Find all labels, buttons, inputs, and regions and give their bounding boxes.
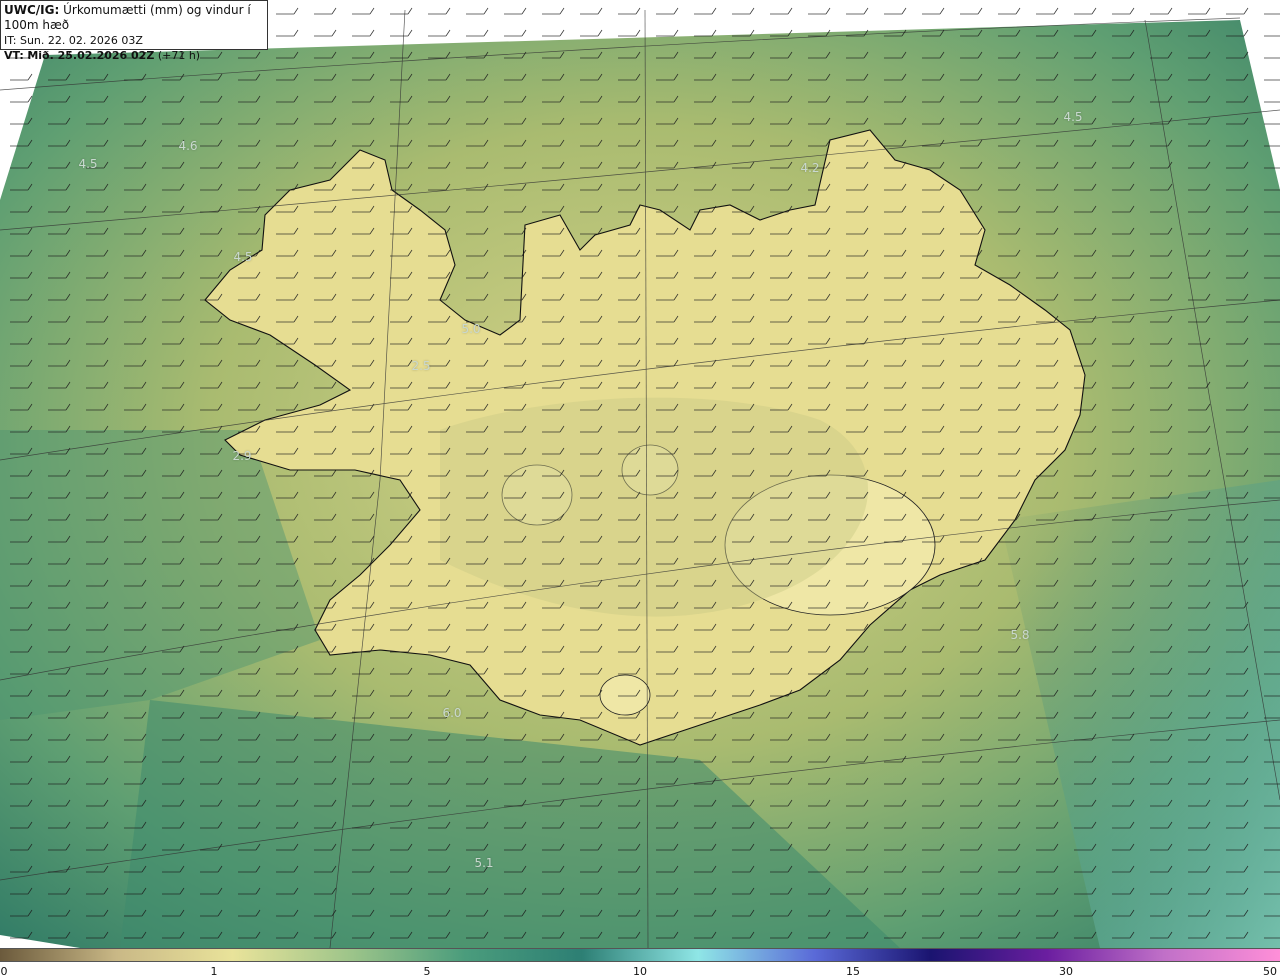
colorbar-gradient [0,948,1280,962]
contour-label: 4.5 [1063,110,1083,124]
model-label: UWC/IG: [4,3,60,17]
colorbar-tick: 0 [0,965,8,978]
title-line: UWC/IG: Úrkomumætti (mm) og vindur í 100… [4,3,264,33]
colorbar-tick: 1 [210,965,218,978]
contour-label: 4.5 [78,157,98,171]
init-line: IT: Sun. 22. 02. 2026 03Z [4,33,264,48]
contour-label: 4.5 [233,250,253,264]
contour-label: 5.8 [1010,628,1030,642]
contour-label: 2.5 [411,359,431,373]
info-box: UWC/IG: Úrkomumætti (mm) og vindur í 100… [0,0,268,62]
init-time: Sun. 22. 02. 2026 03Z [19,34,143,47]
contour-label: 5.0 [461,322,481,336]
colorbar-tick: 15 [846,965,860,978]
valid-time: Mið. 25.02.2026 02Z [27,49,155,62]
valid-line: VT: Mið. 25.02.2026 02Z (+71 h) [4,48,264,63]
colorbar-tick: 30 [1059,965,1073,978]
colorbar-tick: 5 [423,965,431,978]
contour-label: 4.6 [178,139,198,153]
init-label: IT: [4,34,17,47]
valid-label: VT: [4,49,24,62]
colorbar-tick: 10 [633,965,647,978]
contour-label: 6.0 [442,706,462,720]
contour-label: 2.9 [232,449,252,463]
colorbar: 0 1 5 10 15 30 50 [0,948,1280,978]
lead-time: (+71 h) [157,49,201,62]
contour-label: 5.1 [474,856,494,870]
contour-label: 4.2 [800,161,820,175]
colorbar-tick: 50 [1263,965,1277,978]
